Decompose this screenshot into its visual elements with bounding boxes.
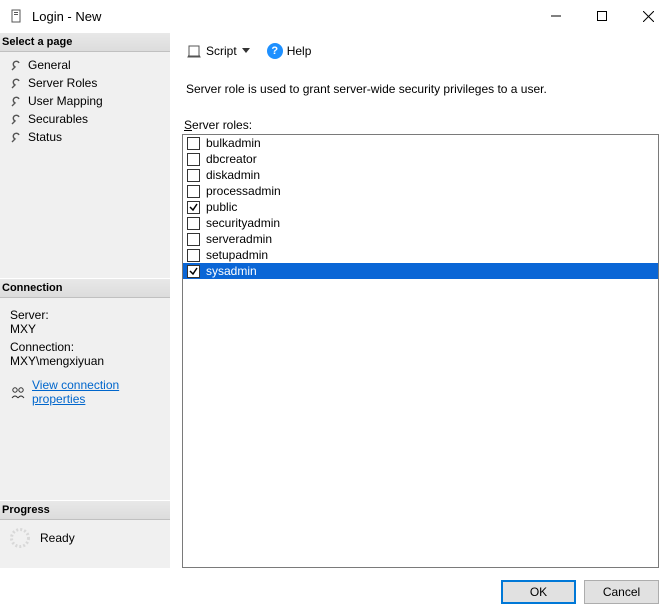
page-item-server-roles[interactable]: Server Roles — [6, 74, 170, 92]
role-row-sysadmin[interactable]: sysadmin — [183, 263, 658, 279]
connection-header: Connection — [0, 278, 170, 298]
role-row-setupadmin[interactable]: setupadmin — [183, 247, 658, 263]
role-row-serveradmin[interactable]: serveradmin — [183, 231, 658, 247]
connection-body: Server: MXY Connection: MXY\mengxiyuan V… — [0, 298, 170, 416]
role-name: processadmin — [206, 184, 281, 198]
wrench-icon — [10, 130, 24, 144]
role-row-public[interactable]: public — [183, 199, 658, 215]
role-row-securityadmin[interactable]: securityadmin — [183, 215, 658, 231]
role-name: public — [206, 200, 237, 214]
select-page-header: Select a page — [0, 32, 170, 52]
minimize-button[interactable] — [533, 0, 579, 32]
script-button[interactable]: Script — [182, 41, 255, 61]
role-name: bulkadmin — [206, 136, 261, 150]
role-name: setupadmin — [206, 248, 268, 262]
role-name: dbcreator — [206, 152, 257, 166]
toolbar: Script ? Help — [182, 32, 659, 64]
role-name: sysadmin — [206, 264, 257, 278]
server-icon — [8, 8, 24, 24]
role-checkbox[interactable] — [187, 265, 200, 278]
connection-label: Connection: — [10, 340, 162, 354]
server-label: Server: — [10, 308, 162, 322]
role-checkbox[interactable] — [187, 137, 200, 150]
ok-button[interactable]: OK — [501, 580, 576, 604]
cancel-button[interactable]: Cancel — [584, 580, 659, 604]
wrench-icon — [10, 76, 24, 90]
script-label: Script — [206, 44, 237, 58]
page-item-user-mapping[interactable]: User Mapping — [6, 92, 170, 110]
progress-header: Progress — [0, 500, 170, 520]
role-checkbox[interactable] — [187, 153, 200, 166]
dialog-buttons: OK Cancel — [0, 568, 671, 616]
close-button[interactable] — [625, 0, 671, 32]
titlebar: Login - New — [0, 0, 671, 32]
spinner-icon — [10, 528, 30, 548]
window-title: Login - New — [32, 9, 101, 24]
chevron-down-icon — [241, 46, 251, 56]
page-item-label: User Mapping — [28, 94, 103, 108]
wrench-icon — [10, 94, 24, 108]
role-checkbox[interactable] — [187, 169, 200, 182]
role-checkbox[interactable] — [187, 185, 200, 198]
wrench-icon — [10, 58, 24, 72]
maximize-button[interactable] — [579, 0, 625, 32]
role-checkbox[interactable] — [187, 233, 200, 246]
help-button[interactable]: ? Help — [263, 41, 316, 61]
description-text: Server role is used to grant server-wide… — [186, 82, 659, 96]
wrench-icon — [10, 112, 24, 126]
server-roles-label: Server roles: — [184, 118, 659, 132]
help-label: Help — [287, 44, 312, 58]
page-item-status[interactable]: Status — [6, 128, 170, 146]
page-item-securables[interactable]: Securables — [6, 110, 170, 128]
help-icon: ? — [267, 43, 283, 59]
role-row-diskadmin[interactable]: diskadmin — [183, 167, 658, 183]
server-value: MXY — [10, 322, 162, 336]
page-item-general[interactable]: General — [6, 56, 170, 74]
role-name: securityadmin — [206, 216, 280, 230]
group-icon — [10, 385, 26, 399]
role-name: diskadmin — [206, 168, 260, 182]
role-row-processadmin[interactable]: processadmin — [183, 183, 658, 199]
script-icon — [186, 43, 202, 59]
page-list: General Server Roles User Mapping Secura… — [0, 52, 170, 158]
progress-status: Ready — [40, 531, 75, 545]
page-item-label: Securables — [28, 112, 88, 126]
role-checkbox[interactable] — [187, 217, 200, 230]
page-item-label: Server Roles — [28, 76, 97, 90]
page-item-label: General — [28, 58, 71, 72]
role-row-dbcreator[interactable]: dbcreator — [183, 151, 658, 167]
role-row-bulkadmin[interactable]: bulkadmin — [183, 135, 658, 151]
progress-body: Ready — [0, 520, 170, 568]
role-checkbox[interactable] — [187, 201, 200, 214]
page-item-label: Status — [28, 130, 62, 144]
right-panel: Script ? Help Server role is used to gra… — [170, 32, 671, 568]
role-checkbox[interactable] — [187, 249, 200, 262]
left-panel: Select a page General Server Roles User … — [0, 32, 170, 568]
role-name: serveradmin — [206, 232, 272, 246]
view-connection-properties-link[interactable]: View connection properties — [32, 378, 162, 406]
connection-value: MXY\mengxiyuan — [10, 354, 162, 368]
server-roles-listbox[interactable]: bulkadmin dbcreator diskadmin processadmin p… — [182, 134, 659, 568]
